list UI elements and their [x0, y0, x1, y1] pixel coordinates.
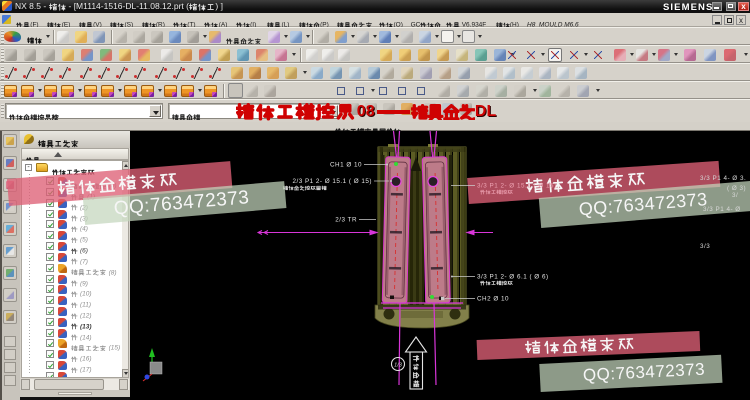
- svg-text:CH2 Ø 10: CH2 Ø 10: [477, 296, 509, 303]
- svg-text:3/3 P1 2- Ø 6.1 ( Ø 6): 3/3 P1 2- Ø 6.1 ( Ø 6): [477, 274, 549, 281]
- svg-text:2/3 TR: 2/3 TR: [335, 217, 357, 224]
- svg-text:CH1 Ø 10: CH1 Ø 10: [330, 162, 362, 169]
- svg-text:1/3: 1/3: [394, 363, 403, 369]
- svg-text:2/3 P1 2- Ø 15.1 ( Ø 15): 2/3 P1 2- Ø 15.1 ( Ø 15): [292, 178, 372, 185]
